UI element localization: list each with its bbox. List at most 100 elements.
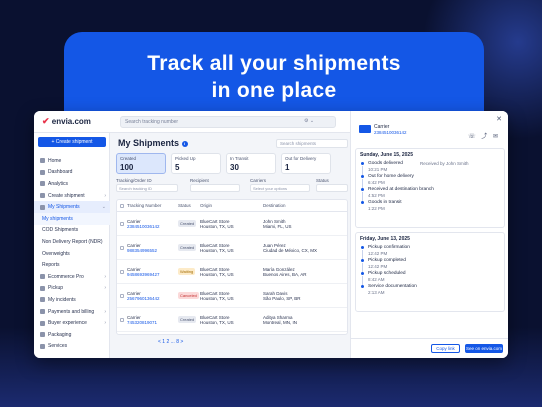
carriers-filter-select[interactable]: Select your options xyxy=(250,184,310,192)
filter-recipient-label: Recipient xyxy=(190,178,209,183)
row-checkbox-cell xyxy=(117,245,127,250)
event-note: Received by John Smith xyxy=(420,161,469,166)
row-checkbox[interactable] xyxy=(120,317,124,322)
timeline-event: Received at destination branch 4:52 PM xyxy=(360,187,500,202)
stat-picked-up[interactable]: Picked Up 5 xyxy=(171,153,221,174)
sidebar-item-incidents[interactable]: My incidents xyxy=(34,294,110,306)
pickup-icon xyxy=(40,285,45,291)
sidebar-item-home[interactable]: Home xyxy=(34,155,110,167)
origin-cell: BlueCart Store Houston, TX, US xyxy=(200,267,263,277)
tracking-link[interactable]: 2384510036142 xyxy=(127,224,178,229)
sidebar-item-payments[interactable]: Payments and billing › xyxy=(34,306,110,318)
row-checkbox[interactable] xyxy=(120,221,124,226)
destination-cell: John Smith Miami, FL, US xyxy=(263,219,343,229)
column-header: Destination xyxy=(263,203,286,208)
event-name: Out for home delivery xyxy=(368,174,414,179)
status-badge: Canceled xyxy=(178,292,199,299)
recipient-filter-input[interactable] xyxy=(190,184,240,192)
row-checkbox-cell xyxy=(117,293,127,298)
event-time: 10:21 PM xyxy=(368,167,388,172)
table-header: Tracking Number Status Origin Destinatio… xyxy=(117,200,347,212)
pagination[interactable]: < 1 2 ... 8 > xyxy=(158,339,183,345)
stat-label: Created xyxy=(120,156,137,161)
page-title: My Shipments i xyxy=(118,138,188,148)
chevron-right-icon: › xyxy=(104,285,106,292)
select-all-checkbox[interactable] xyxy=(120,203,124,208)
sidebar-subitem-ndr[interactable]: Non Delivery Report (NDR) xyxy=(34,236,110,248)
tracking-cell: Carrier 2567960136442 xyxy=(127,291,178,301)
sidebar-item-services[interactable]: Services xyxy=(34,341,110,353)
sidebar-subitem-cod[interactable]: COD Shipments xyxy=(34,225,110,237)
row-checkbox[interactable] xyxy=(120,293,124,298)
sidebar-item-create-shipment[interactable]: Create shipment › xyxy=(34,190,110,202)
sidebar-item-label: Dashboard xyxy=(48,169,73,176)
sidebar-subitem-overweights[interactable]: Overweights xyxy=(34,248,110,260)
share-actions[interactable]: ☏ ⤴ ✉ xyxy=(468,131,500,140)
status-filter-select[interactable] xyxy=(316,184,348,192)
event-time: 12:42 PM xyxy=(368,264,388,269)
sidebar-item-packaging[interactable]: Packaging xyxy=(34,329,110,341)
see-on-envia-button[interactable]: See on envia.com xyxy=(465,344,503,353)
sidebar-item-ecommerce[interactable]: Ecommerce Pro › xyxy=(34,271,110,283)
row-checkbox[interactable] xyxy=(120,245,124,250)
tracking-link[interactable]: 745320819071 xyxy=(127,320,178,325)
event-time: 12:42 PM xyxy=(368,251,388,256)
logo-text: envia.com xyxy=(51,117,91,126)
destination-city: Montreal, MN, IN xyxy=(263,319,298,325)
logo[interactable]: ✔ envia.com xyxy=(42,116,91,127)
sidebar-item-my-shipments[interactable]: My Shipments ⌄ xyxy=(34,201,110,213)
stat-in-transit[interactable]: In Transit 30 xyxy=(226,153,276,174)
stat-value: 1 xyxy=(285,163,290,172)
sidebar-item-buyer-experience[interactable]: Buyer experience › xyxy=(34,317,110,329)
stat-value: 30 xyxy=(230,163,239,172)
tracking-filter-input[interactable]: Search tracking ID xyxy=(116,184,178,192)
sidebar-item-dashboard[interactable]: Dashboard xyxy=(34,167,110,179)
stat-out-for-delivery[interactable]: Out for Delivery 1 xyxy=(281,153,331,174)
table-row[interactable]: Carrier 745320819071 Created BlueCart Sto… xyxy=(117,308,347,332)
close-icon[interactable]: ✕ xyxy=(496,115,502,123)
sidebar-subitem-reports[interactable]: Reports xyxy=(34,259,110,271)
tracking-link[interactable]: 988354996552 xyxy=(127,248,178,253)
sidebar-subitem-my-shipments[interactable]: My shipments xyxy=(34,212,110,225)
timeline-event: Goods in transit 1:22 PM xyxy=(360,200,500,211)
shipments-search-input[interactable]: Search shipments xyxy=(276,139,348,148)
status-cell: Created xyxy=(178,244,200,251)
row-checkbox-cell xyxy=(117,269,127,274)
row-checkbox[interactable] xyxy=(120,269,124,274)
sidebar-item-label: Services xyxy=(48,343,68,350)
tracking-link[interactable]: 2567960136442 xyxy=(127,296,178,301)
tracking-cell: Carrier 9458693969427 xyxy=(127,267,178,277)
chevron-right-icon: › xyxy=(104,273,106,280)
sidebar-item-analytics[interactable]: Analytics xyxy=(34,178,110,190)
panel-tracking-number[interactable]: 2384510036142 xyxy=(374,130,407,135)
origin-city: Houston, TX, US xyxy=(200,223,234,229)
info-icon[interactable]: i xyxy=(181,140,188,147)
status-cell: Canceled xyxy=(178,292,200,299)
sidebar-item-label: Buyer experience xyxy=(48,320,87,327)
chevron-right-icon: › xyxy=(104,308,106,315)
main-content: My Shipments i Search shipments Created 1… xyxy=(110,133,350,358)
timeline-event: Goods delivered Received by John Smith 10:… xyxy=(360,161,500,176)
shipments-icon xyxy=(40,204,45,210)
table-row[interactable]: Carrier 9458693969427 Waiting BlueCart St… xyxy=(117,260,347,284)
table-row[interactable]: Carrier 988354996552 Created BlueCart Sto… xyxy=(117,236,347,260)
filter-tracking-label: Tracking/Order ID xyxy=(116,178,152,183)
carrier-header: Carrier 2384510036142 xyxy=(359,121,407,137)
event-name: Goods in transit xyxy=(368,200,402,205)
status-summary: Created 100 Picked Up 5 In Transit 30 Out f… xyxy=(116,153,331,174)
box-icon xyxy=(40,193,45,199)
create-shipment-button[interactable]: + Create shipment xyxy=(38,137,106,147)
sidebar-item-pickup[interactable]: Pickup › xyxy=(34,283,110,295)
table-row[interactable]: Carrier 2567960136442 Canceled BlueCart S… xyxy=(117,284,347,308)
origin-cell: BlueCart Store Houston, TX, US xyxy=(200,315,263,325)
stat-created[interactable]: Created 100 xyxy=(116,153,166,174)
table-row[interactable]: Carrier 2384510036142 Created BlueCart St… xyxy=(117,212,347,236)
stat-value: 100 xyxy=(120,163,134,172)
copy-link-button[interactable]: Copy link xyxy=(431,344,460,353)
tracking-link[interactable]: 9458693969427 xyxy=(127,272,178,277)
headline: Track all your shipments in one place xyxy=(64,50,484,104)
status-cell: Created xyxy=(178,220,200,227)
sidebar-item-label: Reports xyxy=(42,262,60,269)
sidebar-item-label: Packaging xyxy=(48,331,72,338)
search-options-icon[interactable]: ⚙ ⌄ xyxy=(304,118,314,124)
